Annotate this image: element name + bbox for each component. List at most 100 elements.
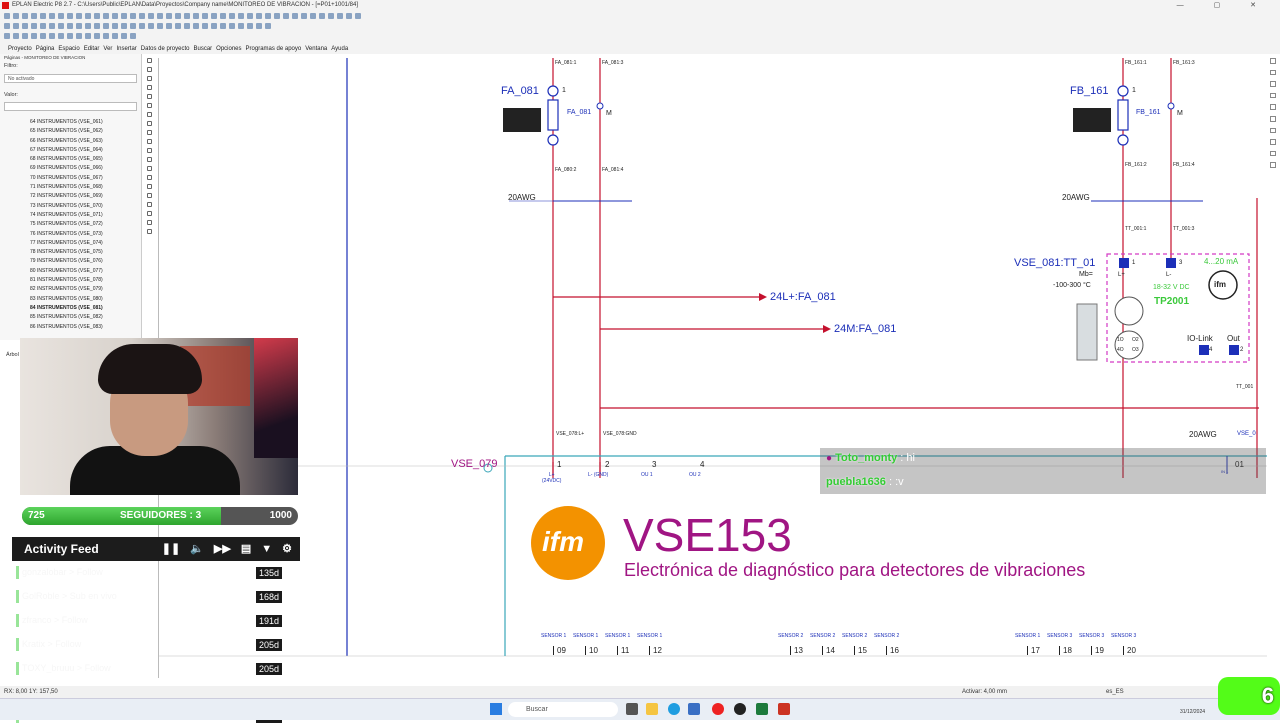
tree-item[interactable]: 82 INSTRUMENTOS (VSE_079) bbox=[30, 285, 138, 294]
filter-icon[interactable]: ▼ bbox=[261, 537, 272, 561]
taskbar-date: 31/12/2024 bbox=[1180, 709, 1206, 715]
sensor-tag: VSE_081:TT_01 bbox=[1014, 257, 1096, 269]
trash-icon[interactable]: ▤ bbox=[241, 537, 251, 561]
tree-item[interactable]: 76 INSTRUMENTOS (VSE_073) bbox=[30, 230, 138, 239]
menu-ver[interactable]: Ver bbox=[103, 44, 112, 54]
ref-24m[interactable]: 24M:FA_081 bbox=[834, 323, 896, 335]
awg-a-label: 20AWG bbox=[508, 193, 536, 202]
chat-message: puebla1636 : :v bbox=[826, 476, 904, 488]
taskbar-app-icon[interactable] bbox=[668, 703, 680, 715]
feed-item-text: zfranco > Follow bbox=[22, 615, 88, 625]
tree-item[interactable]: 70 INSTRUMENTOS (VSE_067) bbox=[30, 174, 138, 183]
menu-espacio[interactable]: Espacio bbox=[58, 44, 79, 54]
menu-insertar[interactable]: Insertar bbox=[116, 44, 136, 54]
tree-item[interactable]: 75 INSTRUMENTOS (VSE_072) bbox=[30, 220, 138, 229]
tree-item[interactable]: 64 INSTRUMENTOS (VSE_061) bbox=[30, 118, 138, 127]
tree-item[interactable]: 80 INSTRUMENTOS (VSE_077) bbox=[30, 267, 138, 276]
page-tree[interactable]: 64 INSTRUMENTOS (VSE_061) 65 INSTRUMENTOS… bbox=[30, 118, 138, 332]
filter-dropdown[interactable]: No activado bbox=[4, 74, 137, 83]
taskbar-app-icon[interactable] bbox=[712, 703, 724, 715]
kick-logo: 6 bbox=[1218, 677, 1280, 715]
webcam-feed bbox=[20, 338, 298, 495]
tt-side-label: TT_001 bbox=[1236, 384, 1254, 390]
value-input[interactable] bbox=[4, 102, 137, 111]
tree-item[interactable]: 66 INSTRUMENTOS (VSE_063) bbox=[30, 137, 138, 146]
tree-item[interactable]: 68 INSTRUMENTOS (VSE_065) bbox=[30, 155, 138, 164]
taskbar-app-icon[interactable] bbox=[688, 703, 700, 715]
taskbar-search[interactable]: Buscar bbox=[508, 702, 618, 717]
tree-item[interactable]: 72 INSTRUMENTOS (VSE_069) bbox=[30, 192, 138, 201]
tree-item[interactable]: 81 INSTRUMENTOS (VSE_078) bbox=[30, 276, 138, 285]
tree-item[interactable]: 77 INSTRUMENTOS (VSE_074) bbox=[30, 239, 138, 248]
windows-taskbar: Buscar 31/12/2024 bbox=[0, 698, 1280, 720]
fuse-b-bot2: FB_161:2 bbox=[1125, 162, 1147, 168]
feed-item[interactable]: TOXY_bruuu > Follow 205d bbox=[12, 658, 282, 680]
fuse-a-bot2: FA_080:2 bbox=[555, 167, 577, 173]
tree-item[interactable]: 69 INSTRUMENTOS (VSE_066) bbox=[30, 164, 138, 173]
sensor-pin1: 1 bbox=[1132, 260, 1136, 266]
window-controls[interactable]: — ▢ ✕ bbox=[1177, 0, 1270, 11]
feed-item[interactable]: Kratix > Follow 205d bbox=[12, 634, 282, 656]
connector-c3: 4O bbox=[1117, 347, 1124, 353]
feed-item[interactable]: GolRoble > Sub en vivo 168d bbox=[12, 586, 282, 608]
terminal-2-label: L- (GND) bbox=[588, 472, 609, 478]
feed-item[interactable]: gonzalobar > Follow 135d bbox=[12, 562, 282, 584]
volume-icon[interactable]: 🔈 bbox=[190, 537, 204, 561]
tree-item[interactable]: 65 INSTRUMENTOS (VSE_062) bbox=[30, 127, 138, 136]
menu-buscar[interactable]: Buscar bbox=[193, 44, 212, 54]
ref-24l[interactable]: 24L+:FA_081 bbox=[770, 291, 836, 303]
toolbar-row-1[interactable] bbox=[4, 13, 404, 21]
toolbar-row-3[interactable] bbox=[4, 33, 404, 41]
followers-max: 1000 bbox=[269, 510, 292, 521]
settings-gear-icon[interactable]: ⚙ bbox=[282, 537, 292, 561]
menu-editar[interactable]: Editar bbox=[84, 44, 100, 54]
tree-item[interactable]: 74 INSTRUMENTOS (VSE_071) bbox=[30, 211, 138, 220]
menu-opciones[interactable]: Opciones bbox=[216, 44, 241, 54]
product-title: VSE153 bbox=[623, 509, 792, 561]
menu-ayuda[interactable]: Ayuda bbox=[331, 44, 348, 54]
tree-item[interactable]: 79 INSTRUMENTOS (VSE_076) bbox=[30, 257, 138, 266]
tree-item[interactable]: 84 INSTRUMENTOS (VSE_081) bbox=[30, 304, 138, 313]
tree-item[interactable]: 86 INSTRUMENTOS (VSE_083) bbox=[30, 323, 138, 332]
page-navigator-panel: Páginas - MONITOREO DE VIBRACION Filtro:… bbox=[0, 54, 142, 358]
tree-item[interactable]: 78 INSTRUMENTOS (VSE_075) bbox=[30, 248, 138, 257]
vse-tag: VSE_079 bbox=[451, 458, 498, 470]
fuse-b-tag: FB_161 bbox=[1070, 85, 1109, 97]
feed-item[interactable]: zfranco > Follow 191d bbox=[12, 610, 282, 632]
menu-datos-proyecto[interactable]: Datos de proyecto bbox=[141, 44, 190, 54]
feed-item-marker bbox=[16, 590, 19, 603]
window-titlebar: EPLAN Electric P8 2.7 - C:\Users\Public\… bbox=[0, 0, 1280, 11]
taskbar-app-icon[interactable] bbox=[756, 703, 768, 715]
taskbar-app-icon[interactable] bbox=[778, 703, 790, 715]
tree-item[interactable]: 71 INSTRUMENTOS (VSE_068) bbox=[30, 183, 138, 192]
value-label: Valor: bbox=[4, 92, 18, 98]
sensor-group-label: SENSOR 1 bbox=[637, 633, 663, 639]
chat-badge-icon: ● bbox=[826, 453, 833, 464]
menu-pagina[interactable]: Página bbox=[36, 44, 55, 54]
menu-programas-apoyo[interactable]: Programas de apoyo bbox=[246, 44, 302, 54]
feed-item-age: 205d bbox=[255, 639, 282, 651]
menu-proyecto[interactable]: Proyecto bbox=[8, 44, 32, 54]
sensor-current: 4...20 mA bbox=[1204, 257, 1239, 266]
skip-icon[interactable]: ▶▶ bbox=[214, 537, 231, 561]
pause-icon[interactable]: ❚❚ bbox=[162, 537, 180, 561]
sensor-group-label: SENSOR 2 bbox=[778, 633, 804, 639]
taskbar-app-icon[interactable] bbox=[734, 703, 746, 715]
tree-item[interactable]: 85 INSTRUMENTOS (VSE_082) bbox=[30, 313, 138, 322]
windows-start-icon[interactable] bbox=[490, 703, 502, 715]
toolbar-row-2[interactable] bbox=[4, 23, 404, 31]
menu-ventana[interactable]: Ventana bbox=[305, 44, 327, 54]
sensor-mb: Mb= bbox=[1079, 271, 1093, 278]
tree-item[interactable]: 73 INSTRUMENTOS (VSE_070) bbox=[30, 202, 138, 211]
taskbar-app-icon[interactable] bbox=[646, 703, 658, 715]
insert-toolbar[interactable] bbox=[144, 58, 154, 238]
sensor-group-label: SENSOR 2 bbox=[810, 633, 836, 639]
view-toolbar[interactable] bbox=[1268, 58, 1278, 168]
fuse-b-top1: FB_161:1 bbox=[1125, 60, 1147, 66]
tree-item[interactable]: 83 INSTRUMENTOS (VSE_080) bbox=[30, 295, 138, 304]
tab-arbol[interactable]: Árbol bbox=[6, 352, 19, 358]
taskbar-app-icon[interactable] bbox=[626, 703, 638, 715]
tree-item[interactable]: 67 INSTRUMENTOS (VSE_064) bbox=[30, 146, 138, 155]
terminal-1-label: L+ (24VDC) bbox=[542, 472, 562, 484]
schematic-canvas[interactable]: FA_081 1 FA_081 M FA_081:1 FA_081:3 FA_0… bbox=[158, 58, 1267, 678]
